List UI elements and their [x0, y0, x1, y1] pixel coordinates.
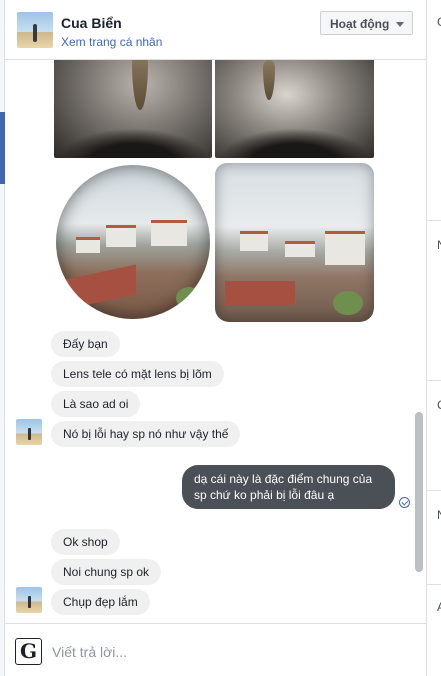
right-pane-heading: G	[437, 15, 441, 29]
chevron-down-icon	[396, 22, 404, 27]
incoming-message[interactable]: Lens tele có mặt lens bị lõm	[51, 361, 224, 387]
divider	[427, 380, 441, 381]
contact-avatar[interactable]	[17, 12, 53, 48]
incoming-message[interactable]: Noi chung sp ok	[51, 559, 162, 585]
right-pane-heading: N	[437, 238, 441, 252]
seen-check-icon	[399, 497, 410, 508]
conversation-panel: Cua Biển Xem trang cá nhân Hoạt động Đấy…	[5, 0, 426, 676]
attached-photo[interactable]	[215, 60, 374, 158]
divider	[427, 584, 441, 585]
attached-photo[interactable]	[215, 163, 374, 322]
right-pane-heading: N	[437, 508, 441, 522]
incoming-message[interactable]: Là sao ad oi	[51, 391, 141, 417]
divider	[427, 490, 441, 491]
divider	[427, 220, 441, 221]
incoming-message[interactable]: Nó bị lỗi hay sp nó như vậy thế	[51, 421, 241, 447]
grammarly-icon[interactable]: G	[15, 638, 42, 665]
conversation-header: Cua Biển Xem trang cá nhân Hoạt động	[5, 0, 426, 60]
sender-avatar[interactable]	[16, 419, 42, 445]
attached-photo[interactable]	[54, 163, 212, 322]
status-label: Hoạt động	[330, 17, 390, 31]
outgoing-message[interactable]: dạ cái này là đặc điểm chung của sp chứ …	[182, 465, 395, 509]
message-thread: Đấy bạn Lens tele có mặt lens bị lõm Là …	[5, 60, 426, 623]
reply-input[interactable]	[52, 641, 412, 663]
thread-scrollbar[interactable]	[415, 412, 423, 572]
sender-avatar[interactable]	[16, 587, 42, 613]
incoming-message[interactable]: Ok shop	[51, 529, 120, 555]
status-dropdown[interactable]: Hoạt động	[320, 11, 413, 35]
view-profile-link[interactable]: Xem trang cá nhân	[61, 35, 162, 49]
attached-photo[interactable]	[54, 60, 212, 158]
right-info-pane: G N C N A	[426, 0, 441, 676]
right-pane-heading: C	[437, 398, 441, 412]
incoming-message[interactable]: Chụp đẹp lắm	[51, 589, 150, 615]
incoming-message[interactable]: Đấy bạn	[51, 331, 120, 357]
contact-name[interactable]: Cua Biển	[61, 15, 122, 31]
right-pane-heading: A	[437, 600, 441, 614]
message-composer: G	[5, 623, 426, 676]
